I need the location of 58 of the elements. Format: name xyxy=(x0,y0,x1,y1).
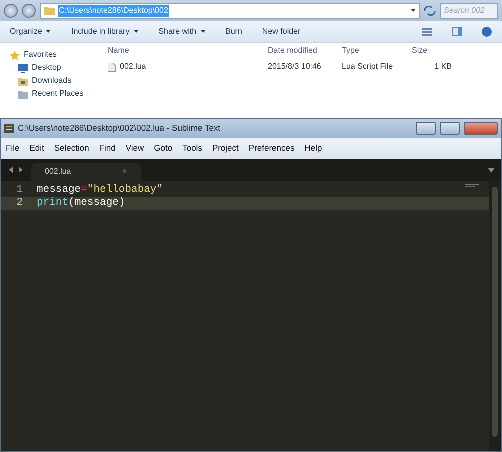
menu-item[interactable]: Find xyxy=(99,142,116,155)
monitor-icon xyxy=(18,64,28,72)
search-field[interactable]: Search 002 xyxy=(440,2,498,19)
type-cell: Lua Script File xyxy=(342,62,394,71)
column-header[interactable]: Name xyxy=(108,46,130,55)
toolbar-button[interactable]: Share with xyxy=(158,26,206,38)
caret-icon xyxy=(134,30,139,34)
menu-item[interactable]: Help xyxy=(304,142,322,155)
tab-close-button[interactable]: × xyxy=(122,166,127,178)
folder-icon xyxy=(44,6,55,16)
scrollbar-thumb[interactable] xyxy=(492,187,498,437)
refresh-icon xyxy=(424,6,436,16)
line-number: 2 xyxy=(1,197,37,210)
favorites-heading[interactable]: Favorites xyxy=(24,49,57,61)
maximize-button[interactable] xyxy=(440,122,460,135)
column-header[interactable]: Size xyxy=(412,46,428,55)
pane-icon xyxy=(452,27,462,36)
date-cell: 2015/8/3 10:46 xyxy=(268,62,322,71)
caret-icon xyxy=(411,9,416,12)
minimap-drawing xyxy=(465,184,479,187)
menu-item[interactable]: View xyxy=(126,142,144,155)
menu-item[interactable]: Edit xyxy=(30,142,44,155)
folder-icon xyxy=(18,76,28,86)
menu-item[interactable]: Project xyxy=(212,142,239,155)
sidebar-item[interactable]: Desktop xyxy=(32,62,62,74)
star-icon xyxy=(10,50,20,60)
toolbar-button[interactable]: Organize xyxy=(10,26,52,38)
sidebar-item[interactable]: Downloads xyxy=(32,75,72,87)
code-line: print(message) xyxy=(37,197,126,209)
app-icon xyxy=(4,124,14,133)
caret-icon xyxy=(46,30,52,34)
minimize-button[interactable] xyxy=(416,122,436,135)
menu-item[interactable]: Selection xyxy=(54,142,90,155)
column-header[interactable]: Type xyxy=(342,46,360,55)
view-icon xyxy=(422,28,432,36)
forward-button[interactable] xyxy=(22,4,36,18)
close-button[interactable] xyxy=(464,122,498,135)
caret-icon xyxy=(200,30,206,34)
toolbar-button[interactable]: New folder xyxy=(262,26,301,38)
editor-tab[interactable]: 002.lua × xyxy=(31,163,141,181)
back-button[interactable] xyxy=(4,4,18,18)
menu-item[interactable]: Goto xyxy=(154,142,173,155)
menu-item[interactable]: Preferences xyxy=(248,142,295,155)
file-name[interactable]: 002.lua xyxy=(120,61,146,73)
dropdown-icon xyxy=(488,168,495,172)
column-header[interactable]: Date modified xyxy=(268,46,318,55)
toolbar-button[interactable]: Burn xyxy=(226,26,242,38)
menu-item[interactable]: Tools xyxy=(182,142,202,155)
toolbar-button[interactable]: Include in library xyxy=(71,26,139,38)
tab-nav-arrows-icon xyxy=(9,167,23,173)
file-icon xyxy=(108,62,116,72)
window-title: C:\Users\note286\Desktop\002\002.lua - Sublime Text xyxy=(18,122,222,135)
code-line: message="hellobabay" xyxy=(37,184,164,196)
sidebar-item[interactable]: Recent Places xyxy=(32,88,84,100)
size-cell: 1 KB xyxy=(434,62,452,71)
menu-item[interactable]: File xyxy=(6,142,20,155)
folder-icon xyxy=(18,90,28,98)
line-number: 1 xyxy=(16,184,24,197)
